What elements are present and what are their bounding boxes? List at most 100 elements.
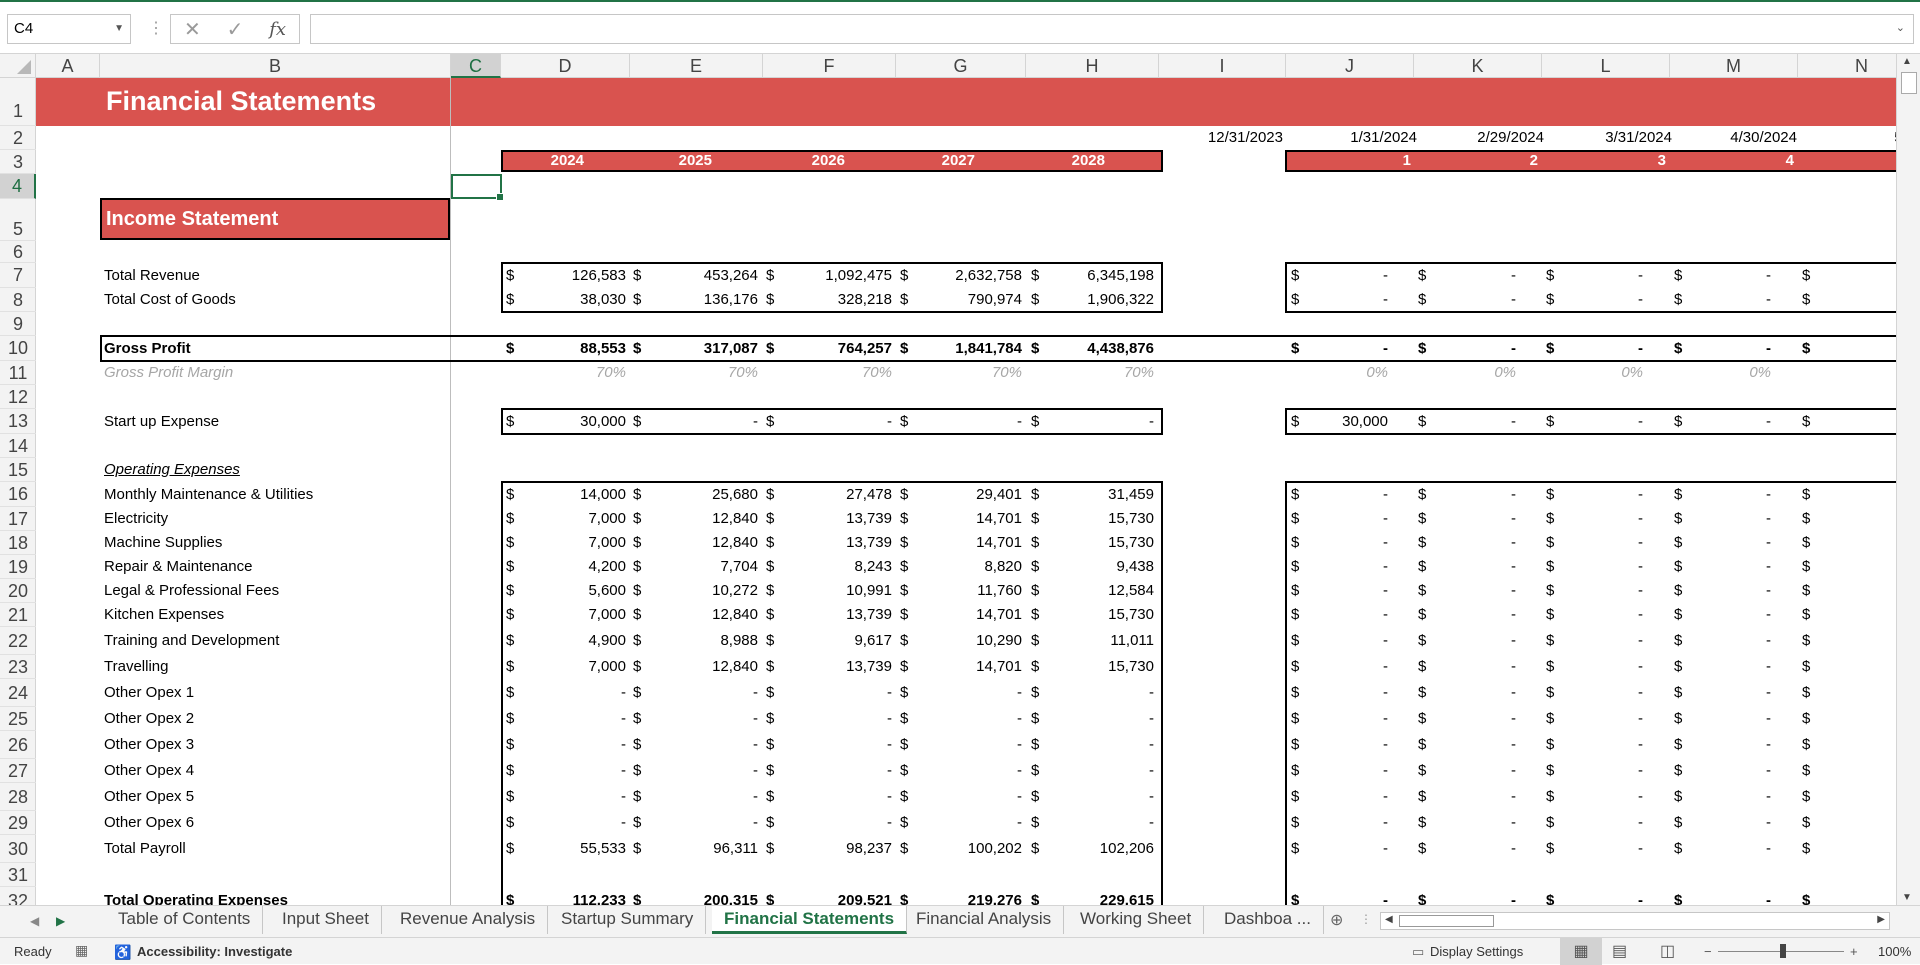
row-header-23[interactable]: 23: [0, 655, 36, 679]
currency-symbol: $: [766, 840, 775, 857]
annual-value: 30,000: [580, 412, 626, 430]
select-all-corner[interactable]: [0, 54, 36, 78]
row-header-28[interactable]: 28: [0, 783, 36, 811]
row-header-11[interactable]: 11: [0, 361, 36, 385]
page-layout-icon[interactable]: ▤: [1612, 941, 1627, 961]
tab-next-icon[interactable]: ▶: [56, 914, 65, 928]
name-box-dropdown-icon[interactable]: ▼: [114, 15, 124, 43]
row-header-30[interactable]: 30: [0, 835, 36, 863]
monthly-value: -: [1383, 658, 1388, 675]
row-header-26[interactable]: 26: [0, 731, 36, 759]
row-header-24[interactable]: 24: [0, 679, 36, 707]
row-header-7[interactable]: 7: [0, 263, 36, 288]
display-settings-label[interactable]: Display Settings: [1430, 944, 1523, 959]
annual-value: -: [1149, 814, 1154, 831]
column-header-i[interactable]: I: [1159, 54, 1286, 78]
column-header-g[interactable]: G: [896, 54, 1026, 78]
sheet-tab[interactable]: Input Sheet: [270, 906, 382, 934]
row-header-20[interactable]: 20: [0, 579, 36, 603]
row-header-2[interactable]: 2: [0, 126, 36, 150]
row-header-4[interactable]: 4: [0, 174, 36, 199]
tab-split-icon[interactable]: ⋮: [1360, 912, 1372, 926]
expand-formula-icon[interactable]: ⌄: [1896, 21, 1905, 34]
sheet-tab[interactable]: Financial Analysis: [904, 906, 1065, 934]
row-header-6[interactable]: 6: [0, 241, 36, 263]
zoom-level[interactable]: 100%: [1878, 944, 1911, 959]
column-header-c[interactable]: C: [451, 54, 501, 78]
row-header-31[interactable]: 31: [0, 863, 36, 887]
row-header-22[interactable]: 22: [0, 627, 36, 655]
column-header-b[interactable]: B: [100, 54, 451, 78]
enter-icon[interactable]: ✓: [227, 17, 244, 42]
monthly-value: -: [1511, 412, 1516, 430]
row-header-14[interactable]: 14: [0, 434, 36, 458]
row-header-9[interactable]: 9: [0, 312, 36, 336]
annual-value: -: [1017, 814, 1022, 831]
zoom-out-icon[interactable]: −: [1704, 944, 1712, 959]
column-header-j[interactable]: J: [1286, 54, 1414, 78]
row-header-21[interactable]: 21: [0, 603, 36, 627]
scroll-right-icon[interactable]: ▶: [1877, 914, 1885, 925]
worksheet-grid[interactable]: Financial Statements Income Statement 12…: [36, 78, 1896, 905]
row-header-18[interactable]: 18: [0, 531, 36, 555]
sheet-tab[interactable]: Working Sheet: [1068, 906, 1205, 934]
row-header-3[interactable]: 3: [0, 150, 36, 174]
accessibility-status[interactable]: Accessibility: Investigate: [137, 944, 292, 959]
scroll-left-icon[interactable]: ◀: [1385, 914, 1393, 925]
column-header-d[interactable]: D: [501, 54, 630, 78]
row-header-17[interactable]: 17: [0, 507, 36, 531]
sheet-tab[interactable]: Financial Statements: [712, 906, 908, 934]
vertical-scroll-thumb[interactable]: [1901, 72, 1917, 94]
scroll-up-icon[interactable]: ▲: [1902, 56, 1912, 67]
currency-symbol: $: [506, 658, 515, 675]
insert-function-icon[interactable]: fx: [269, 19, 286, 40]
page-break-icon[interactable]: ◫: [1660, 941, 1675, 961]
tab-prev-icon[interactable]: ◀: [30, 914, 39, 928]
horizontal-scrollbar[interactable]: ◀ ▶: [1380, 912, 1890, 930]
active-cell-c4[interactable]: [451, 174, 504, 201]
line-item-label: Total Cost of Goods: [104, 291, 236, 308]
accessibility-icon[interactable]: ♿: [114, 944, 131, 961]
row-header-16[interactable]: 16: [0, 482, 36, 507]
line-item-label: Other Opex 4: [104, 762, 195, 779]
row-header-13[interactable]: 13: [0, 409, 36, 434]
row-header-19[interactable]: 19: [0, 555, 36, 579]
annual-value: 7,704: [720, 558, 758, 575]
column-header-h[interactable]: H: [1026, 54, 1159, 78]
column-header-l[interactable]: L: [1542, 54, 1670, 78]
vertical-scrollbar[interactable]: ▲ ▼: [1896, 54, 1920, 905]
horizontal-scroll-thumb[interactable]: [1399, 915, 1494, 927]
sheet-tab[interactable]: Dashboa ...: [1212, 906, 1324, 934]
sheet-tab[interactable]: Startup Summary: [549, 906, 707, 934]
annual-value: 15,730: [1108, 606, 1154, 623]
row-header-10[interactable]: 10: [0, 336, 36, 361]
row-header-29[interactable]: 29: [0, 811, 36, 835]
column-header-f[interactable]: F: [763, 54, 896, 78]
formula-input[interactable]: ⌄: [310, 14, 1914, 44]
row-header-8[interactable]: 8: [0, 288, 36, 312]
normal-view-icon[interactable]: ▦: [1560, 938, 1602, 965]
scroll-down-icon[interactable]: ▼: [1902, 892, 1912, 903]
row-header-15[interactable]: 15: [0, 458, 36, 482]
cancel-icon[interactable]: ✕: [184, 17, 201, 42]
display-settings-icon[interactable]: ▭: [1412, 944, 1424, 960]
row-header-5[interactable]: 5: [0, 199, 36, 241]
sheet-tab[interactable]: Revenue Analysis: [388, 906, 549, 934]
zoom-slider-thumb[interactable]: [1780, 944, 1786, 958]
row-header-1[interactable]: 1: [0, 78, 36, 126]
monthly-value: -: [1638, 762, 1643, 779]
row-header-27[interactable]: 27: [0, 759, 36, 783]
row-header-12[interactable]: 12: [0, 385, 36, 409]
zoom-in-icon[interactable]: +: [1850, 944, 1858, 959]
column-header-a[interactable]: A: [36, 54, 100, 78]
column-header-m[interactable]: M: [1670, 54, 1798, 78]
macro-record-icon[interactable]: ▦: [75, 942, 88, 959]
annual-value: -: [753, 736, 758, 753]
column-header-e[interactable]: E: [630, 54, 763, 78]
row-header-25[interactable]: 25: [0, 707, 36, 731]
name-box[interactable]: C4 ▼: [7, 14, 131, 44]
annual-value: 13,739: [846, 534, 892, 551]
new-sheet-icon[interactable]: ⊕: [1330, 910, 1343, 930]
column-header-k[interactable]: K: [1414, 54, 1542, 78]
sheet-tab[interactable]: Table of Contents: [106, 906, 264, 934]
